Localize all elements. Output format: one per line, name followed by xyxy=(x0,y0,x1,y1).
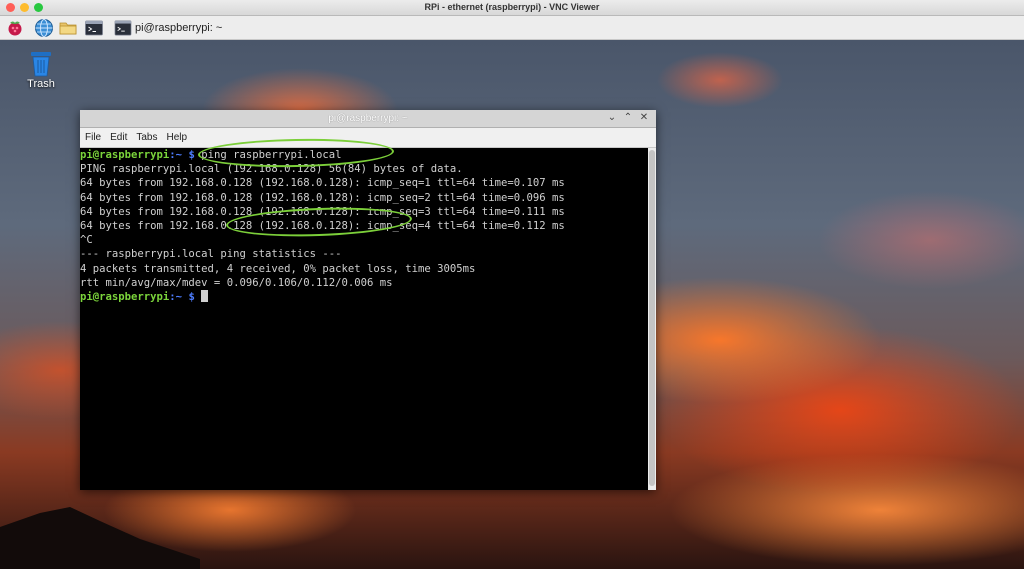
prompt-user: pi@raspberrypi xyxy=(80,290,170,303)
prompt-dir: :~ xyxy=(169,149,189,161)
prompt-dir: :~ xyxy=(169,290,189,303)
folder-icon[interactable] xyxy=(58,18,78,38)
terminal-menubar: File Edit Tabs Help xyxy=(80,128,656,148)
terminal-window[interactable]: pi@raspberrypi: ~ ⌄ ⌃ ✕ File Edit Tabs H… xyxy=(80,110,656,490)
taskbar-task-label: pi@raspberrypi: ~ xyxy=(135,22,223,34)
menu-help[interactable]: Help xyxy=(166,132,187,143)
close-button[interactable]: ✕ xyxy=(638,112,650,123)
text-cursor xyxy=(201,289,209,302)
vnc-window-title: RPi - ethernet (raspberrypi) - VNC Viewe… xyxy=(424,2,600,12)
menu-tabs[interactable]: Tabs xyxy=(136,132,157,143)
trash-icon xyxy=(31,52,51,77)
trash-desktop-item[interactable]: Trash xyxy=(20,48,62,90)
output-line: 64 bytes from 192.168.0.128 (192.168.0.1… xyxy=(80,177,565,190)
output-line: ^C xyxy=(80,234,93,247)
prompt-user: pi@raspberrypi xyxy=(80,149,170,161)
mountain-silhouette xyxy=(0,507,200,569)
raspberry-pi-taskbar: pi@raspberrypi: ~ xyxy=(0,16,1024,40)
menu-edit[interactable]: Edit xyxy=(110,132,127,143)
menu-file[interactable]: File xyxy=(85,132,101,143)
active-prompt-line: pi@raspberrypi:~ $ xyxy=(80,289,648,304)
output-line: PING raspberrypi.local (192.168.0.128) 5… xyxy=(80,163,463,176)
globe-browser-icon[interactable] xyxy=(34,18,54,38)
scrollbar-thumb[interactable] xyxy=(649,150,655,486)
terminal-icon[interactable] xyxy=(84,18,104,38)
command-line: pi@raspberrypi:~ $ ping raspberrypi.loca… xyxy=(80,148,648,162)
terminal-output[interactable]: pi@raspberrypi:~ $ ping raspberrypi.loca… xyxy=(80,148,648,490)
command-text: ping raspberrypi.local xyxy=(194,149,342,161)
taskbar-terminal-task[interactable]: pi@raspberrypi: ~ xyxy=(114,18,234,38)
output-line: 64 bytes from 192.168.0.128 (192.168.0.1… xyxy=(80,205,565,218)
output-line: 64 bytes from 192.168.0.128 (192.168.0.1… xyxy=(80,191,565,204)
output-line: --- raspberrypi.local ping statistics --… xyxy=(80,248,342,261)
terminal-titlebar[interactable]: pi@raspberrypi: ~ ⌄ ⌃ ✕ xyxy=(80,110,656,128)
terminal-icon xyxy=(114,20,132,36)
terminal-title: pi@raspberrypi: ~ xyxy=(328,113,408,124)
trash-label: Trash xyxy=(27,78,55,90)
prompt-symbol: $ xyxy=(188,290,195,303)
raspberry-pi-menu-icon[interactable] xyxy=(5,18,25,38)
output-line: rtt min/avg/max/mdev = 0.096/0.106/0.112… xyxy=(80,276,393,289)
minimize-button[interactable]: ⌄ xyxy=(606,112,618,123)
output-line: 4 packets transmitted, 4 received, 0% pa… xyxy=(80,262,476,275)
vnc-window-titlebar[interactable]: RPi - ethernet (raspberrypi) - VNC Viewe… xyxy=(0,0,1024,16)
output-line: 64 bytes from 192.168.0.128 (192.168.0.1… xyxy=(80,219,565,232)
terminal-scrollbar[interactable] xyxy=(648,148,656,490)
maximize-button[interactable]: ⌃ xyxy=(622,112,634,123)
